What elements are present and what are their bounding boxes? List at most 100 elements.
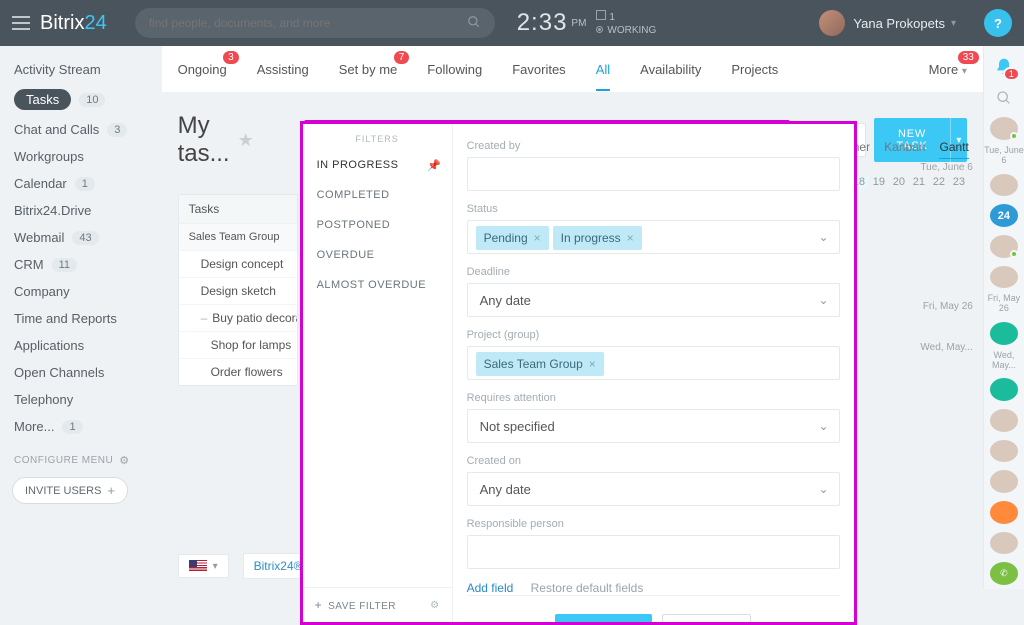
notifications-button[interactable]: 1 <box>990 56 1018 79</box>
rail-search-button[interactable] <box>990 87 1018 110</box>
nav-telephony[interactable]: Telephony <box>0 386 162 413</box>
filter-preset-inprogress[interactable]: IN PROGRESS📌 <box>303 150 452 180</box>
task-row[interactable]: Design sketch <box>179 277 297 304</box>
tab-ongoing[interactable]: Ongoing3 <box>178 62 227 77</box>
field-deadline[interactable]: Any date⌄ <box>467 283 840 317</box>
tab-more[interactable]: More ▾33 <box>929 62 967 77</box>
filter-preset-postponed[interactable]: POSTPONED <box>303 210 452 240</box>
user-avatar[interactable] <box>819 10 845 36</box>
filter-search-button[interactable]: SEARCH <box>555 614 652 622</box>
status-chip-inprogress[interactable]: In progress× <box>553 226 642 250</box>
nav-tasks-count: 10 <box>79 93 105 107</box>
tab-all[interactable]: All <box>596 62 610 77</box>
rail-contact[interactable] <box>990 266 1018 289</box>
field-created-by[interactable] <box>467 157 840 191</box>
tab-favorites[interactable]: Favorites <box>512 62 565 77</box>
status-chip-pending[interactable]: Pending× <box>476 226 549 250</box>
nav-tasks[interactable]: Tasks10 <box>0 83 162 116</box>
rail-b24-icon[interactable]: 24 <box>990 204 1018 227</box>
nav-more[interactable]: More...1 <box>0 413 162 440</box>
filter-settings-button[interactable]: ⚙ <box>430 600 439 611</box>
nav-calendar[interactable]: Calendar1 <box>0 170 162 197</box>
chip-remove-icon[interactable]: × <box>534 231 541 245</box>
field-requires-attention[interactable]: Not specified⌄ <box>467 409 840 443</box>
clock-time: 2:33 <box>517 9 568 37</box>
task-row[interactable]: Design concept <box>179 250 297 277</box>
tab-projects[interactable]: Projects <box>731 62 778 77</box>
logo[interactable]: Bitrix24 <box>40 12 107 35</box>
rail-call-button[interactable]: ✆ <box>990 562 1018 585</box>
nav-chat[interactable]: Chat and Calls3 <box>0 116 162 143</box>
rail-contact[interactable] <box>990 174 1018 197</box>
user-name[interactable]: Yana Prokopets <box>853 16 945 31</box>
field-created-on[interactable]: Any date⌄ <box>467 472 840 506</box>
gear-icon: ⚙ <box>119 454 129 467</box>
field-label-responsible: Responsible person <box>467 518 840 530</box>
tasks-group[interactable]: Sales Team Group <box>179 223 297 250</box>
chip-remove-icon[interactable]: × <box>589 357 596 371</box>
hamburger-menu-icon[interactable] <box>12 16 30 30</box>
tab-availability[interactable]: Availability <box>640 62 701 77</box>
nav-crm[interactable]: CRM11 <box>0 251 162 278</box>
task-row[interactable]: Shop for lamps <box>179 331 297 358</box>
nav-webmail[interactable]: Webmail43 <box>0 224 162 251</box>
task-row[interactable]: Order flowers <box>179 358 297 385</box>
rail-contact[interactable] <box>990 532 1018 555</box>
favorite-star-icon[interactable]: ★ <box>238 130 254 151</box>
invite-users-button[interactable]: INVITE USERS+ <box>12 477 128 504</box>
view-mode-kanban[interactable]: Kanban <box>884 140 925 159</box>
collapse-icon[interactable]: – <box>201 311 208 325</box>
save-filter-button[interactable]: +SAVE FILTER <box>315 598 396 612</box>
rail-chat-bubble[interactable] <box>990 378 1018 401</box>
filter-reset-button[interactable]: RESET <box>662 614 751 622</box>
filter-panel: FILTERS IN PROGRESS📌 COMPLETED POSTPONED… <box>300 121 857 625</box>
clock[interactable]: 2:33 PM 1 WORKING <box>517 9 657 37</box>
rail-date: Fri, May 26 <box>984 294 1024 314</box>
nav-activity-stream[interactable]: Activity Stream <box>0 56 162 83</box>
plus-icon: + <box>107 483 115 498</box>
global-search[interactable] <box>135 8 495 38</box>
field-project[interactable]: Sales Team Group× <box>467 346 840 380</box>
filter-preset-overdue[interactable]: OVERDUE <box>303 240 452 270</box>
tab-assisting[interactable]: Assisting <box>257 62 309 77</box>
rail-contact[interactable] <box>990 117 1018 140</box>
field-responsible[interactable] <box>467 535 840 569</box>
filter-preset-completed[interactable]: COMPLETED <box>303 180 452 210</box>
field-status[interactable]: Pending× In progress× ⌄ <box>467 220 840 254</box>
task-row[interactable]: –Buy patio decorations <box>179 304 297 331</box>
rail-contact[interactable] <box>990 235 1018 258</box>
add-field-link[interactable]: Add field <box>467 581 514 595</box>
tab-following[interactable]: Following <box>427 62 482 77</box>
nav-time-reports[interactable]: Time and Reports <box>0 305 162 332</box>
filter-preset-almost-overdue[interactable]: ALMOST OVERDUE <box>303 270 452 300</box>
tab-setbyme[interactable]: Set by me7 <box>339 62 398 77</box>
rail-contact[interactable] <box>990 470 1018 493</box>
tasks-list: Tasks Sales Team Group Design concept De… <box>178 194 298 386</box>
rail-chat-bubble[interactable] <box>990 322 1018 345</box>
gantt-date-label-2: Fri, May 26 <box>923 301 973 312</box>
configure-menu[interactable]: CONFIGURE MENU⚙ <box>0 454 162 467</box>
language-selector[interactable]: ▾ <box>178 554 229 578</box>
rail-chat-bubble[interactable] <box>990 501 1018 524</box>
logo-text-b: 24 <box>84 12 106 34</box>
field-label-created-on: Created on <box>467 455 840 467</box>
rail-date: Wed, May... <box>984 351 1024 371</box>
pin-icon[interactable]: 📌 <box>427 159 441 172</box>
user-menu-caret-icon[interactable]: ▾ <box>951 18 956 29</box>
global-search-input[interactable] <box>149 16 467 30</box>
rail-contact[interactable] <box>990 409 1018 432</box>
rail-contact[interactable] <box>990 440 1018 463</box>
nav-workgroups[interactable]: Workgroups <box>0 143 162 170</box>
view-mode-gantt[interactable]: Gantt <box>939 140 968 159</box>
restore-defaults-link[interactable]: Restore default fields <box>531 581 644 595</box>
nav-drive[interactable]: Bitrix24.Drive <box>0 197 162 224</box>
nav-applications[interactable]: Applications <box>0 332 162 359</box>
chip-remove-icon[interactable]: × <box>627 231 634 245</box>
field-label-deadline: Deadline <box>467 266 840 278</box>
help-button[interactable]: ? <box>984 9 1012 37</box>
nav-open-channels[interactable]: Open Channels <box>0 359 162 386</box>
rail-date: Tue, June 6 <box>984 146 1024 166</box>
search-icon <box>467 15 481 32</box>
project-chip[interactable]: Sales Team Group× <box>476 352 604 376</box>
nav-company[interactable]: Company <box>0 278 162 305</box>
